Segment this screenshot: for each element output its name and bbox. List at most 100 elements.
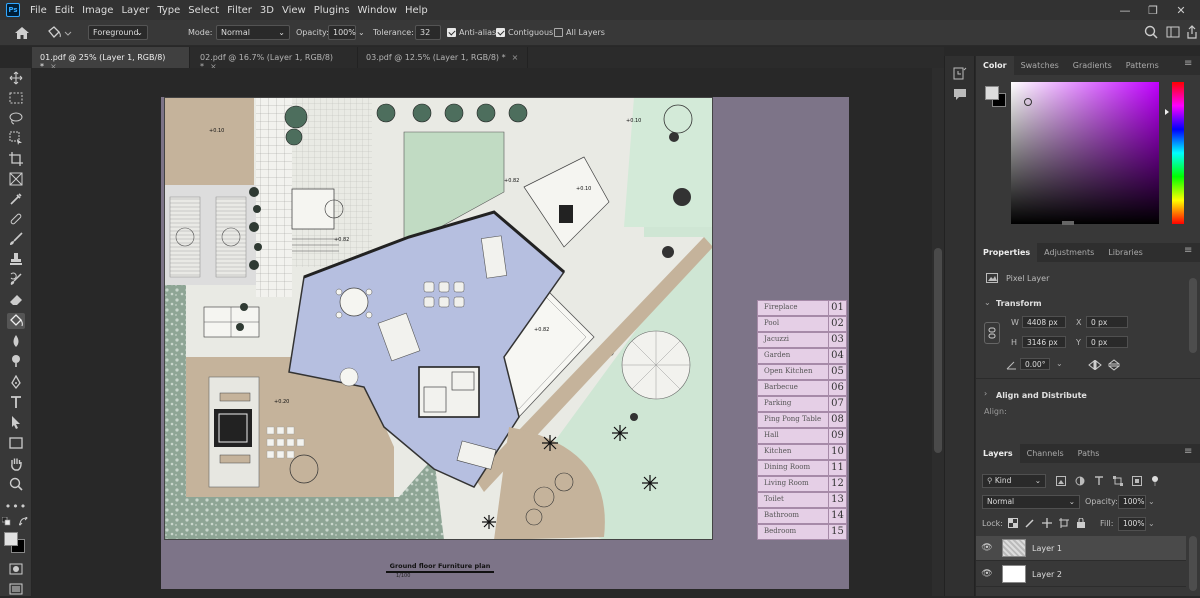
hand-tool-icon[interactable] — [7, 456, 25, 472]
tolerance-input[interactable]: 32 — [415, 25, 441, 40]
search-icon[interactable] — [1144, 25, 1158, 42]
lock-transparent-icon[interactable] — [1008, 518, 1018, 528]
clone-stamp-tool-icon[interactable] — [7, 251, 25, 267]
color-foreground-swatch[interactable] — [985, 86, 999, 100]
lasso-tool-icon[interactable] — [7, 110, 25, 126]
link-dimensions-icon[interactable] — [984, 322, 1000, 344]
filter-smart-object-icon[interactable] — [1132, 476, 1142, 486]
default-colors-icon[interactable] — [1, 516, 12, 530]
tab-document-01[interactable]: 01.pdf @ 25% (Layer 1, RGB/8) * × — [32, 47, 190, 71]
tab-paths[interactable]: Paths — [1071, 444, 1107, 463]
menu-layer[interactable]: Layer — [117, 5, 153, 16]
tab-gradients[interactable]: Gradients — [1066, 56, 1119, 75]
menu-help[interactable]: Help — [401, 5, 432, 16]
tab-layers[interactable]: Layers — [976, 444, 1020, 463]
rectangle-tool-icon[interactable] — [7, 435, 25, 451]
layer-opacity-input[interactable]: 100% — [1118, 495, 1146, 509]
filter-shape-icon[interactable] — [1113, 476, 1123, 486]
angle-input[interactable]: 0.00° — [1020, 358, 1050, 370]
visibility-eye-icon[interactable]: 👁 — [976, 569, 998, 579]
quick-mask-icon[interactable] — [9, 563, 23, 578]
menu-plugins[interactable]: Plugins — [310, 5, 354, 16]
visibility-eye-icon[interactable]: 👁 — [976, 543, 998, 553]
healing-brush-tool-icon[interactable] — [7, 211, 25, 227]
crop-tool-icon[interactable] — [7, 151, 25, 167]
angle-dropdown-icon[interactable]: ⌄ — [1056, 359, 1063, 368]
hue-slider-handle[interactable] — [1165, 109, 1169, 115]
more-tools-icon[interactable]: ••• — [5, 498, 26, 514]
hue-slider[interactable] — [1172, 82, 1184, 224]
tab-color[interactable]: Color — [976, 56, 1014, 75]
restore-icon[interactable]: ❐ — [1140, 0, 1166, 20]
brush-tool-icon[interactable] — [7, 231, 25, 247]
tab-document-02[interactable]: 02.pdf @ 16.7% (Layer 1, RGB/8) * × — [192, 47, 358, 71]
object-select-tool-icon[interactable] — [7, 130, 25, 146]
menu-window[interactable]: Window — [354, 5, 401, 16]
align-collapse-icon[interactable]: › — [984, 389, 987, 398]
swap-colors-icon[interactable] — [17, 515, 29, 530]
minimize-icon[interactable]: — — [1112, 0, 1138, 20]
mode-select[interactable]: Normal ⌄ — [216, 25, 290, 40]
foreground-color-swatch[interactable] — [4, 532, 18, 546]
frame-tool-icon[interactable] — [7, 171, 25, 187]
layer-row-layer-2[interactable]: 👁 Layer 2 — [976, 562, 1186, 587]
layer-fill-input[interactable]: 100% — [1118, 517, 1146, 531]
history-brush-tool-icon[interactable] — [7, 271, 25, 287]
opacity-dropdown-icon[interactable]: ⌄ — [358, 28, 365, 37]
marquee-tool-icon[interactable] — [7, 90, 25, 106]
zoom-tool-icon[interactable] — [7, 476, 25, 492]
color-picker-handle[interactable] — [1024, 98, 1032, 106]
paint-bucket-preset-icon[interactable] — [46, 25, 72, 44]
share-icon[interactable] — [1186, 25, 1198, 42]
tab-libraries[interactable]: Libraries — [1101, 243, 1150, 262]
transform-collapse-icon[interactable]: ⌄ — [984, 298, 991, 307]
panel-menu-icon[interactable]: ≡ — [1184, 58, 1192, 69]
layers-scrollbar[interactable] — [1189, 536, 1197, 591]
filter-adjustment-icon[interactable] — [1075, 476, 1085, 486]
menu-edit[interactable]: Edit — [51, 5, 78, 16]
paint-bucket-tool-icon[interactable] — [7, 313, 25, 329]
flip-horizontal-icon[interactable] — [1088, 359, 1102, 373]
properties-menu-icon[interactable]: ≡ — [1184, 245, 1192, 256]
history-panel-icon[interactable] — [953, 66, 967, 83]
flip-vertical-icon[interactable] — [1107, 359, 1121, 374]
lock-position-icon[interactable] — [1042, 518, 1052, 528]
filter-pixel-icon[interactable] — [1056, 476, 1066, 486]
close-tab-icon[interactable]: × — [512, 53, 519, 62]
home-icon[interactable] — [14, 26, 30, 43]
lock-pixels-icon[interactable] — [1025, 518, 1035, 528]
menu-type[interactable]: Type — [153, 5, 184, 16]
tab-channels[interactable]: Channels — [1020, 444, 1071, 463]
menu-file[interactable]: File — [26, 5, 51, 16]
layers-menu-icon[interactable]: ≡ — [1184, 446, 1192, 457]
menu-filter[interactable]: Filter — [223, 5, 256, 16]
path-selection-tool-icon[interactable] — [7, 414, 25, 430]
menu-image[interactable]: Image — [78, 5, 117, 16]
x-input[interactable]: 0 px — [1086, 316, 1128, 328]
dodge-tool-icon[interactable] — [7, 353, 25, 369]
scroll-thumb[interactable] — [934, 248, 942, 453]
properties-scrollbar[interactable] — [1189, 278, 1197, 353]
tab-properties[interactable]: Properties — [976, 243, 1038, 262]
layer-row-layer-1[interactable]: 👁 Layer 1 — [976, 536, 1186, 561]
opacity-input[interactable]: 100% — [328, 25, 356, 40]
layer-opacity-dropdown-icon[interactable]: ⌄ — [1148, 497, 1155, 506]
eyedropper-tool-icon[interactable] — [7, 191, 25, 207]
eraser-tool-icon[interactable] — [7, 292, 25, 308]
comments-panel-icon[interactable] — [953, 88, 967, 105]
lock-artboard-icon[interactable] — [1059, 518, 1069, 528]
fill-source-select[interactable]: Foreground ⌄ — [88, 25, 148, 40]
lock-all-icon[interactable] — [1076, 518, 1086, 528]
menu-3d[interactable]: 3D — [256, 5, 278, 16]
vertical-scrollbar[interactable] — [932, 68, 944, 596]
panel-grip-icon[interactable] — [1062, 221, 1074, 225]
type-tool-icon[interactable] — [7, 394, 25, 410]
close-icon[interactable]: ✕ — [1168, 0, 1194, 20]
tab-swatches[interactable]: Swatches — [1014, 56, 1066, 75]
menu-view[interactable]: View — [278, 5, 310, 16]
filter-toggle-icon[interactable] — [1151, 476, 1159, 486]
blend-mode-select[interactable]: Normal ⌄ — [982, 495, 1080, 509]
all-layers-checkbox[interactable] — [554, 28, 563, 37]
contiguous-checkbox[interactable] — [496, 28, 505, 37]
pen-tool-icon[interactable] — [7, 374, 25, 390]
